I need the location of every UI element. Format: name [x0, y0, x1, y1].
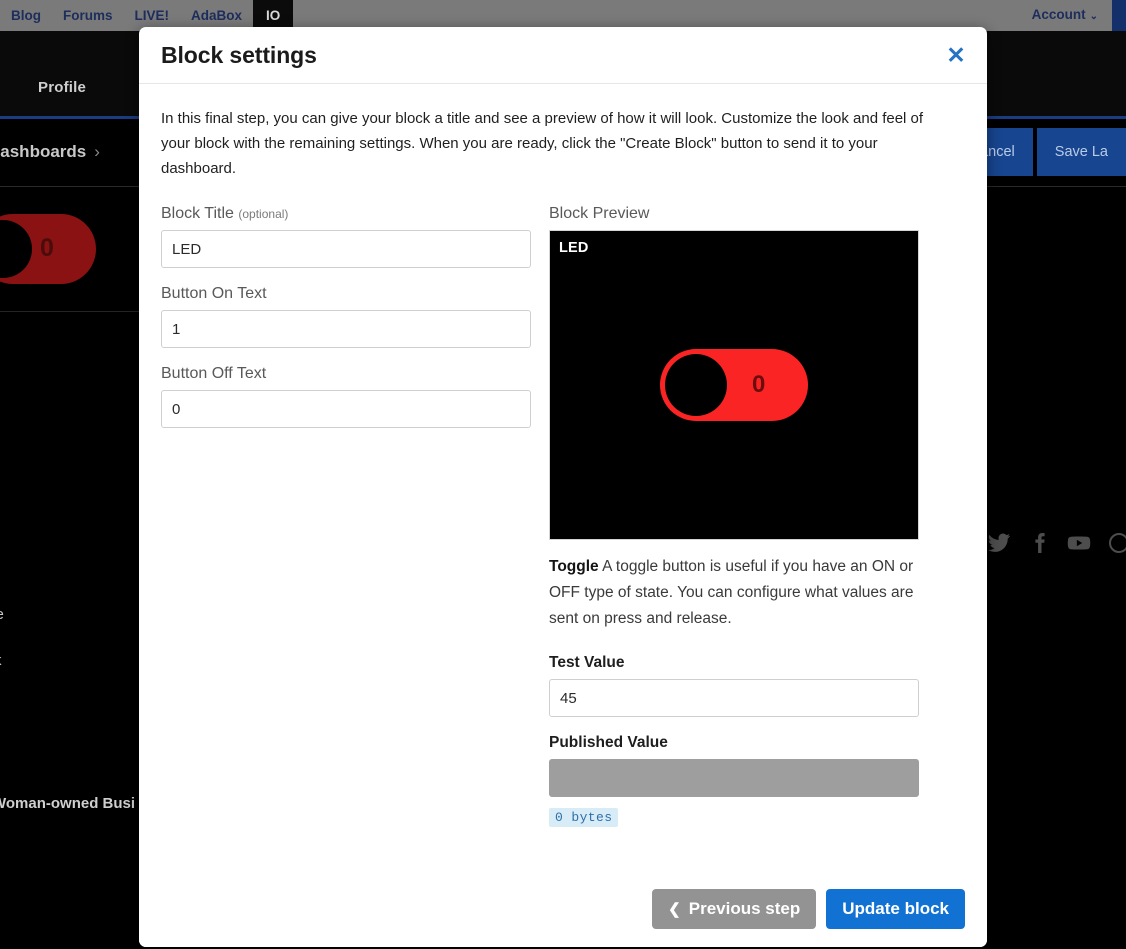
block-type-desc-text: A toggle button is useful if you have an…	[549, 558, 913, 627]
background-save-layout-button[interactable]: Save La	[1037, 128, 1126, 176]
published-value-field	[549, 759, 919, 797]
modal-header: Block settings ✕	[139, 27, 987, 84]
top-nav-right: Account ⌄	[1022, 0, 1126, 31]
block-title-optional-text: (optional)	[238, 207, 288, 221]
preview-toggle-knob	[665, 354, 727, 416]
published-value-label: Published Value	[549, 734, 919, 752]
button-off-text-input[interactable]	[161, 390, 531, 428]
youtube-icon[interactable]	[1066, 530, 1092, 556]
footer-link-2[interactable]: ce	[0, 606, 141, 623]
breadcrumb-dashboards: Dashboards	[0, 142, 86, 161]
preview-toggle-wrapper: 0	[660, 349, 808, 421]
account-label: Account	[1032, 7, 1086, 22]
preview-column: Block Preview LED 0 Toggle A toggle butt…	[549, 205, 919, 827]
close-icon[interactable]: ✕	[939, 38, 973, 72]
block-title-input[interactable]	[161, 230, 531, 268]
facebook-icon[interactable]	[1026, 530, 1052, 556]
settings-column: Block Title (optional) Button On Text Bu…	[161, 205, 531, 827]
app-root: Blog Forums LIVE! AdaBox IO Account⌄ Pro…	[0, 0, 1126, 949]
button-off-text-label: Button Off Text	[161, 365, 531, 383]
modal-footer: ❮ Previous step Update block	[139, 875, 987, 947]
bytes-badge: 0 bytes	[549, 808, 618, 827]
background-toggle[interactable]: 0	[0, 214, 96, 284]
woman-owned-business-text: Woman-owned Busi	[0, 795, 135, 812]
background-toggle-knob	[0, 220, 32, 278]
footer-link-1[interactable]: ation	[0, 560, 141, 577]
breadcrumb-separator-icon: ›	[94, 142, 100, 161]
previous-step-label: Previous step	[689, 899, 801, 919]
footer-link-3[interactable]: k	[0, 652, 141, 669]
preview-toggle[interactable]: 0	[660, 349, 808, 421]
preview-toggle-value: 0	[752, 373, 765, 397]
nav-right-edge	[1112, 0, 1126, 31]
modal-intro-text: In this final step, you can give your bl…	[161, 106, 931, 181]
background-footer-links: ation ce k	[0, 560, 141, 698]
nav-link-forums[interactable]: Forums	[52, 0, 124, 31]
button-on-text-input[interactable]	[161, 310, 531, 348]
update-block-button[interactable]: Update block	[826, 889, 965, 929]
test-value-input[interactable]	[549, 679, 919, 717]
block-title-label-text: Block Title	[161, 205, 234, 222]
button-on-text-label: Button On Text	[161, 285, 531, 303]
block-type-description: Toggle A toggle button is useful if you …	[549, 554, 919, 632]
block-type-name: Toggle	[549, 558, 599, 575]
block-preview-label: Block Preview	[549, 205, 919, 223]
previous-step-button[interactable]: ❮ Previous step	[652, 889, 816, 929]
test-value-label: Test Value	[549, 654, 919, 672]
block-preview-box: LED 0	[549, 230, 919, 540]
background-toggle-value: 0	[40, 234, 54, 263]
preview-block-title: LED	[559, 240, 589, 256]
background-toggle-block: 0	[0, 188, 141, 312]
block-title-label: Block Title (optional)	[161, 205, 531, 223]
block-settings-modal: Block settings ✕ In this final step, you…	[139, 27, 987, 947]
chevron-down-icon: ⌄	[1090, 11, 1098, 22]
nav-link-blog[interactable]: Blog	[0, 0, 52, 31]
breadcrumb[interactable]: Dashboards ›	[0, 142, 100, 162]
chevron-left-icon: ❮	[668, 900, 681, 918]
modal-columns: Block Title (optional) Button On Text Bu…	[161, 205, 965, 827]
twitter-icon[interactable]	[986, 530, 1012, 556]
account-menu[interactable]: Account ⌄	[1022, 0, 1112, 32]
discord-icon[interactable]	[1106, 530, 1126, 556]
modal-title: Block settings	[161, 42, 317, 69]
profile-label[interactable]: Profile	[38, 79, 86, 96]
modal-body: In this final step, you can give your bl…	[139, 84, 987, 827]
